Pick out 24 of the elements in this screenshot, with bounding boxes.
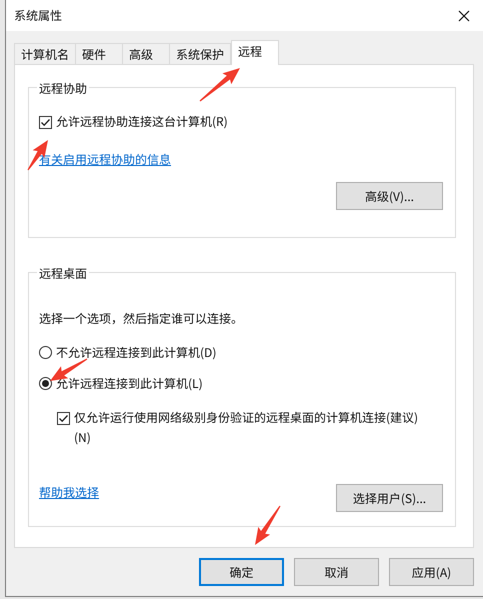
advanced-button[interactable]: 高级(V)... (336, 182, 443, 210)
annotation-arrow (255, 506, 280, 545)
radio-button[interactable] (39, 377, 52, 390)
radio-button[interactable] (39, 346, 52, 359)
tab[interactable]: 远程 (231, 40, 280, 65)
annotation-arrow (200, 68, 240, 102)
help-link[interactable]: 帮助我选择 (39, 484, 100, 501)
dialog-button[interactable]: 取消 (294, 558, 379, 586)
checkbox-label: 允许远程协助连接这台计算机(R) (56, 114, 228, 130)
checkbox[interactable] (57, 412, 70, 425)
window-title: 系统属性 (14, 7, 62, 24)
tab[interactable]: 系统保护 (169, 43, 232, 64)
radio-label: 不允许远程连接到此计算机(D) (56, 344, 216, 361)
checkbox-label: 仅允许运行使用网络级别身份验证的远程桌面的计算机连接(建议)(N) (74, 408, 420, 448)
group-title: 远程桌面 (37, 265, 90, 282)
select-users-button[interactable]: 选择用户(S)... (336, 484, 443, 512)
instruction-text: 选择一个选项，然后指定谁可以连接。 (39, 310, 244, 327)
group-title: 远程协助 (37, 80, 90, 97)
dialog-button[interactable]: 确定 (199, 558, 284, 586)
close-icon[interactable] (458, 10, 470, 22)
dialog-button[interactable]: 应用(A) (389, 558, 474, 586)
tab[interactable]: 计算机名 (14, 43, 76, 64)
checkbox[interactable] (39, 116, 52, 129)
radio-label: 允许远程连接到此计算机(L) (56, 375, 203, 392)
